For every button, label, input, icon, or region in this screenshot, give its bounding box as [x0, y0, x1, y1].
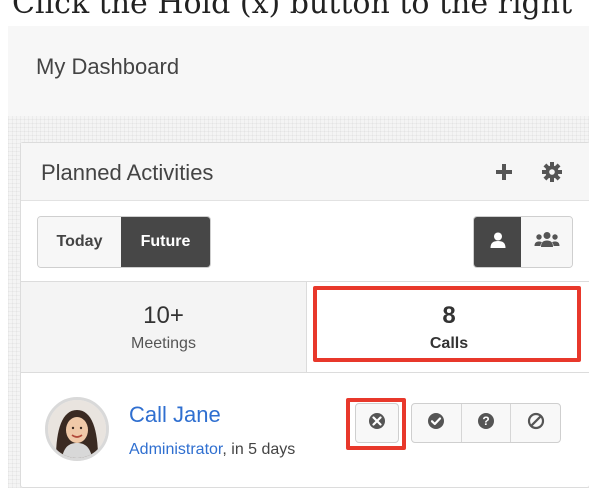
user-icon — [489, 231, 507, 254]
future-button[interactable]: Future — [121, 217, 210, 267]
meetings-label: Meetings — [131, 335, 196, 352]
calls-count: 8 — [442, 302, 456, 329]
call-meta: Administrator, in 5 days — [129, 441, 295, 459]
question-circle-icon: ? — [477, 412, 495, 435]
my-items-button[interactable] — [474, 217, 522, 267]
svg-text:?: ? — [482, 414, 489, 428]
hold-button[interactable] — [355, 403, 399, 443]
decline-button[interactable] — [511, 404, 560, 442]
tab-calls[interactable]: 8 Calls — [307, 282, 589, 372]
list-item: Call Jane Administrator, in 5 days ? — [21, 373, 589, 488]
avatar[interactable] — [45, 397, 109, 461]
call-status-buttons: ? — [411, 403, 561, 443]
ban-icon — [527, 412, 545, 435]
visibility-toggle — [473, 216, 573, 268]
call-subject-link[interactable]: Call Jane — [129, 402, 221, 428]
tentative-button[interactable]: ? — [462, 404, 512, 442]
close-circle-icon — [368, 412, 386, 435]
held-button[interactable] — [412, 404, 462, 442]
instruction-caption: Click the Hold (x) button to the right — [12, 0, 573, 21]
group-icon — [534, 231, 560, 254]
dashboard-title: My Dashboard — [36, 54, 180, 79]
activity-tabs: 10+ Meetings 8 Calls — [21, 281, 589, 373]
range-toggle: Today Future — [37, 216, 211, 268]
tab-meetings[interactable]: 10+ Meetings — [21, 282, 307, 372]
planned-activities-dashlet: Planned Activities Today Future 10+ Meet… — [20, 142, 589, 488]
dashboard-header: My Dashboard — [8, 26, 589, 116]
due-text: , in 5 days — [222, 441, 296, 458]
team-items-button[interactable] — [521, 217, 572, 267]
plus-icon[interactable] — [491, 159, 517, 185]
assignee-link[interactable]: Administrator — [129, 441, 222, 458]
meetings-count: 10+ — [143, 302, 184, 329]
calls-label: Calls — [429, 335, 469, 352]
dashlet-toolbar: Today Future — [21, 201, 589, 281]
dashlet-title: Planned Activities — [41, 160, 214, 185]
check-circle-icon — [427, 412, 445, 435]
gear-icon[interactable] — [539, 159, 565, 185]
today-button[interactable]: Today — [38, 217, 122, 267]
dashlet-header: Planned Activities — [21, 143, 589, 201]
